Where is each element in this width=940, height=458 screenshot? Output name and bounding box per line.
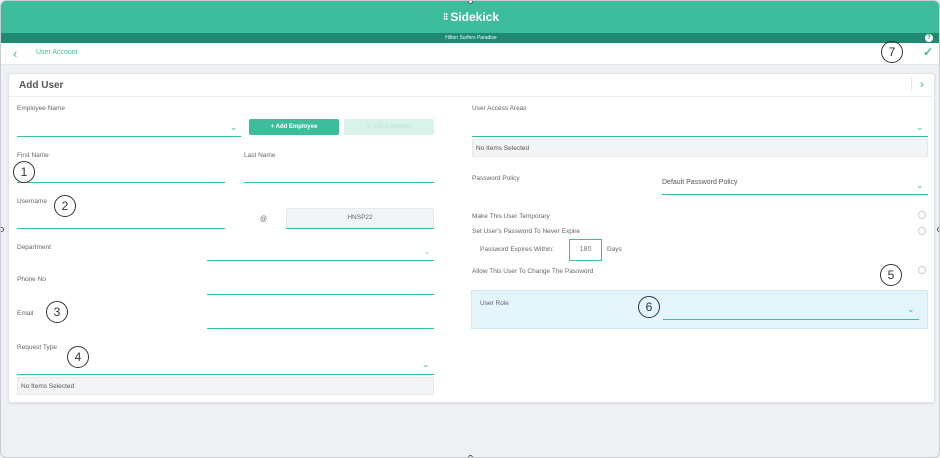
annotation-marker-1: 1 — [13, 161, 35, 183]
domain-field: HNSP22 — [286, 208, 434, 228]
site-bar: Hilton Surfers Paradise ? — [1, 33, 939, 43]
edit-employee-button[interactable]: ✎ Edit Employee — [344, 119, 434, 135]
next-chevron-icon[interactable]: › — [911, 77, 924, 91]
password-policy-value: Default Password Policy — [662, 179, 738, 186]
last-name-input[interactable] — [244, 182, 434, 183]
annotation-marker-3: 3 — [46, 301, 68, 323]
first-name-label: First Name — [17, 152, 49, 159]
panel-title: Add User — [19, 80, 64, 91]
brand-name: Sidekick — [450, 10, 500, 24]
annotation-marker-5: 5 — [880, 264, 902, 286]
chevron-down-icon[interactable]: ⌄ — [230, 122, 238, 133]
annotation-marker-2: 2 — [54, 195, 76, 217]
username-input[interactable] — [17, 228, 225, 229]
first-name-input[interactable] — [17, 182, 225, 183]
access-areas-selected: No Items Selected — [472, 139, 928, 157]
site-name: Hilton Surfers Paradise — [445, 35, 497, 41]
phone-input[interactable] — [207, 294, 434, 295]
chevron-down-icon[interactable]: ⌄ — [423, 246, 431, 257]
breadcrumb[interactable]: User Account — [36, 49, 78, 56]
employee-name-label: Employee Name — [17, 105, 66, 112]
expires-within-label: Password Expires Within: — [480, 246, 554, 253]
expires-within-input[interactable]: 180 — [569, 239, 602, 261]
temporary-label: Make This User Temporary — [472, 213, 550, 220]
back-chevron-icon[interactable]: ‹ — [13, 46, 17, 61]
help-icon[interactable]: ? — [925, 34, 933, 42]
chevron-down-icon[interactable]: ⌄ — [422, 359, 430, 370]
request-type-select[interactable] — [17, 374, 434, 375]
request-type-selected: No Items Selected — [17, 377, 434, 395]
chevron-down-icon[interactable]: ⌄ — [916, 122, 924, 133]
last-name-label: Last Name — [244, 152, 276, 159]
chevron-down-icon[interactable]: ⌄ — [916, 180, 924, 191]
panel-divider — [9, 96, 936, 97]
annotation-marker-6: 6 — [638, 296, 660, 318]
email-label: Email — [17, 310, 34, 317]
allow-change-label: Allow This User To Change The Password — [472, 268, 594, 275]
at-symbol: @ — [260, 216, 268, 223]
password-policy-select[interactable] — [662, 194, 928, 195]
user-role-label: User Role — [480, 300, 509, 307]
access-areas-label: User Access Areas — [472, 105, 527, 112]
nav-bar: ‹ User Account ✓ — [1, 43, 939, 65]
password-policy-label: Password Policy — [472, 175, 520, 182]
domain-underline — [286, 228, 434, 229]
sidekick-logo-icon: ⁝⁝ — [442, 11, 448, 23]
brand-logo: ⁝⁝ Sidekick — [443, 10, 499, 24]
username-label: Username — [17, 198, 47, 205]
chevron-down-icon[interactable]: ⌄ — [907, 304, 915, 315]
add-employee-button[interactable]: + Add Employee — [249, 119, 339, 135]
request-type-label: Request Type — [17, 344, 57, 351]
department-label: Department — [17, 244, 51, 251]
save-check-icon[interactable]: ✓ — [923, 45, 933, 59]
user-role-panel — [471, 290, 928, 329]
add-user-panel: Add User › — [8, 73, 936, 403]
department-select[interactable] — [207, 260, 434, 261]
app-window: ⁝⁝ Sidekick Hilton Surfers Paradise ? ‹ … — [0, 0, 940, 458]
never-expire-label: Set User's Password To Never Expire — [472, 228, 581, 235]
resize-handle-left[interactable] — [1, 227, 4, 232]
temporary-toggle[interactable] — [918, 211, 926, 219]
expires-unit: Days — [607, 246, 622, 253]
allow-change-toggle[interactable] — [918, 266, 926, 274]
email-input[interactable] — [207, 328, 434, 329]
never-expire-toggle[interactable] — [918, 227, 926, 235]
app-header: ⁝⁝ Sidekick — [1, 1, 939, 33]
phone-label: Phone No — [17, 276, 46, 283]
access-areas-select[interactable] — [472, 136, 928, 137]
annotation-marker-7: 7 — [881, 41, 903, 63]
employee-name-select[interactable] — [17, 136, 241, 137]
annotation-marker-4: 4 — [67, 346, 89, 368]
user-role-select[interactable] — [663, 319, 919, 320]
